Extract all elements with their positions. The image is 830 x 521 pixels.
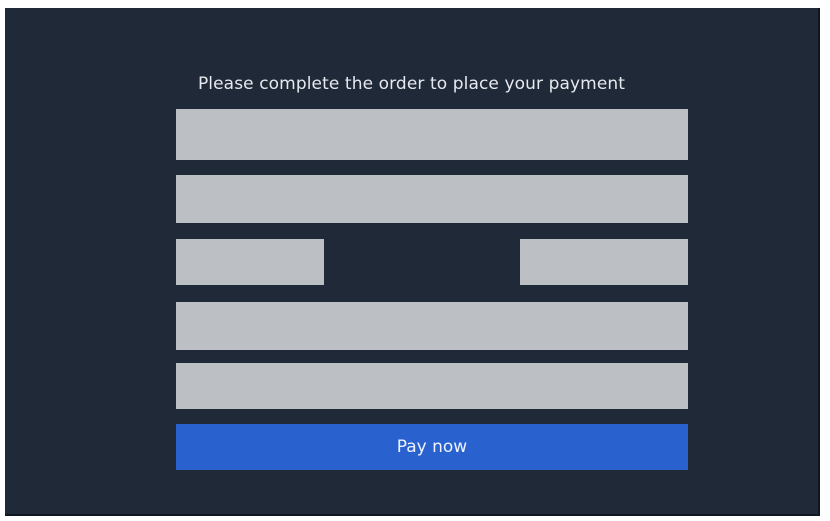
payment-field-1[interactable] — [176, 109, 688, 160]
payment-field-5[interactable] — [176, 363, 688, 409]
payment-heading: Please complete the order to place your … — [197, 74, 626, 94]
payment-field-short-right[interactable] — [520, 239, 688, 285]
payment-panel: Please complete the order to place your … — [5, 8, 820, 516]
payment-field-4[interactable] — [176, 302, 688, 350]
payment-field-2[interactable] — [176, 175, 688, 223]
payment-field-short-left[interactable] — [176, 239, 324, 285]
page-top-strip — [0, 0, 830, 8]
pay-now-button[interactable]: Pay now — [176, 424, 688, 470]
